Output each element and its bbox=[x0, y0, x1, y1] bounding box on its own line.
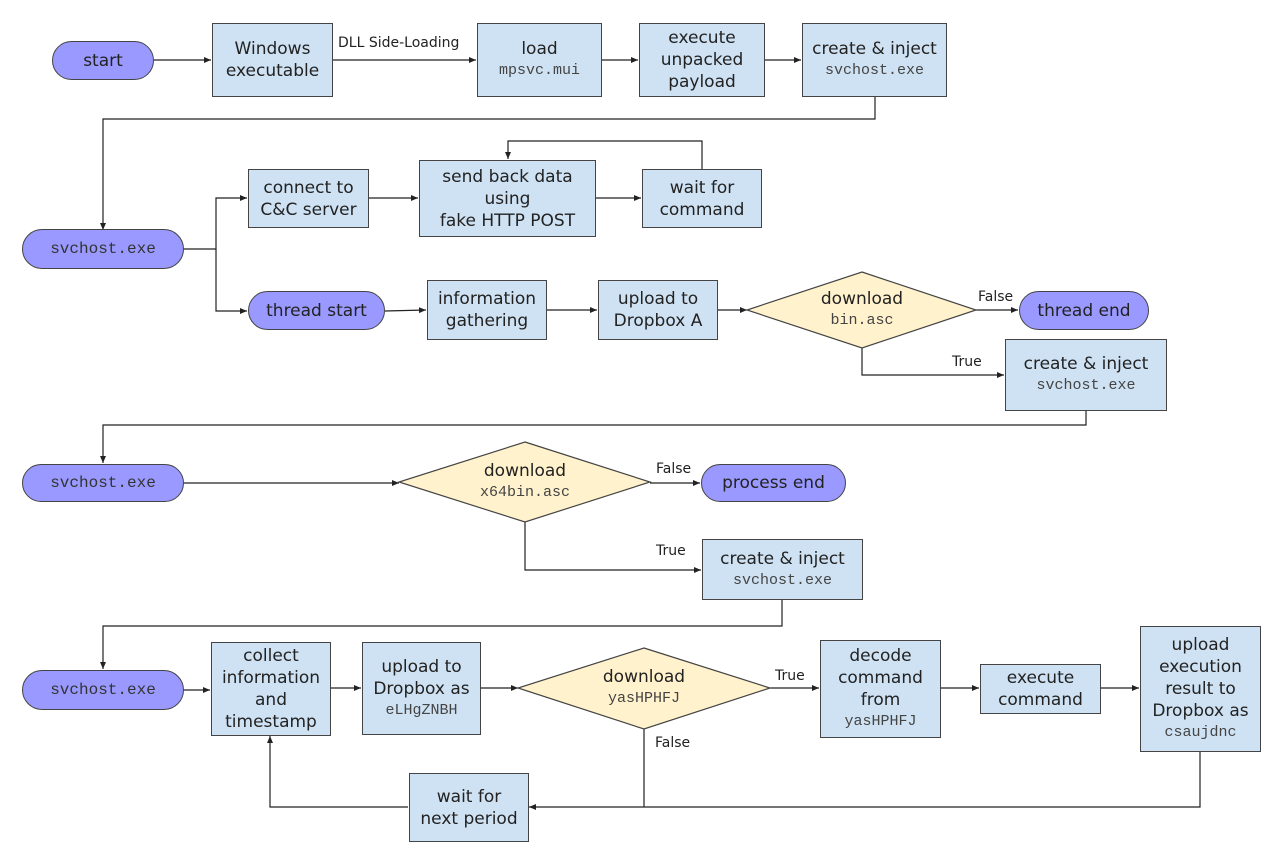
node-text-line: send back data bbox=[442, 166, 573, 187]
edge-label-yas-false: False bbox=[655, 735, 691, 751]
wait-next-period-box: wait for next period bbox=[409, 773, 529, 842]
edge-label-bin-true: True bbox=[952, 354, 982, 370]
node-text-line: result to bbox=[1165, 679, 1236, 699]
svchost-terminal-1: svchost.exe bbox=[22, 229, 184, 269]
node-text-line: timestamp bbox=[225, 712, 317, 732]
download-bin-asc-decision: download bin.asc bbox=[787, 280, 937, 340]
start-terminal: start bbox=[52, 41, 154, 80]
node-text-line: load bbox=[521, 39, 558, 59]
node-text-line: process end bbox=[722, 473, 825, 493]
decode-command-box: decode command from yasHPHFJ bbox=[820, 640, 941, 738]
node-text-line: information bbox=[221, 668, 321, 688]
node-text-line: upload bbox=[1171, 635, 1230, 655]
node-text-line: unpacked bbox=[660, 50, 744, 70]
node-text-line: C&C server bbox=[260, 199, 357, 220]
information-gathering-box: information gathering bbox=[427, 280, 547, 340]
execute-unpacked-payload-box: execute unpacked payload bbox=[639, 23, 765, 97]
node-text-line: create & inject bbox=[812, 39, 937, 59]
windows-executable-box: Windows executable bbox=[212, 23, 333, 97]
node-text-line: create & inject bbox=[720, 548, 845, 569]
node-text-line: download bbox=[483, 461, 567, 481]
node-text-line: x64bin.asc bbox=[479, 484, 570, 501]
upload-dropbox-elhgznbh-box: upload to Dropbox as eLHgZNBH bbox=[362, 642, 481, 735]
node-text-line: Dropbox A bbox=[613, 311, 703, 331]
node-text-line: wait for bbox=[436, 786, 502, 807]
node-text-line: connect to bbox=[263, 177, 354, 198]
create-inject-svchost-box-2: create & inject svchost.exe bbox=[1005, 339, 1167, 411]
edge-label-x64-true: True bbox=[656, 543, 686, 559]
process-end-terminal: process end bbox=[701, 464, 846, 502]
download-yashphfj-decision: download yasHPHFJ bbox=[564, 658, 724, 718]
node-text-line: svchost.exe bbox=[824, 62, 925, 79]
node-text-line: upload to bbox=[381, 656, 462, 677]
collect-information-box: collect information and timestamp bbox=[211, 642, 331, 736]
node-text-line: from bbox=[860, 690, 901, 710]
connect-cc-server-box: connect to C&C server bbox=[248, 169, 369, 228]
node-text-line: svchost.exe bbox=[50, 474, 156, 492]
upload-dropbox-a-box: upload to Dropbox A bbox=[598, 280, 718, 340]
node-text-line: information bbox=[437, 289, 537, 309]
upload-execution-result-box: upload execution result to Dropbox as csaujd… bbox=[1140, 626, 1261, 752]
edge-label-yas-true: True bbox=[775, 668, 805, 684]
node-text-line: payload bbox=[668, 72, 736, 92]
create-inject-svchost-box-1: create & inject svchost.exe bbox=[802, 23, 947, 97]
send-back-data-box: send back data using fake HTTP POST bbox=[419, 160, 596, 237]
node-text-line: create & inject bbox=[1023, 354, 1149, 374]
edge-svchost1-to-connect-cc bbox=[184, 195, 247, 250]
node-text-line: wait for bbox=[669, 177, 735, 198]
node-text-line: thread end bbox=[1037, 300, 1131, 321]
edge-thread-start-to-info-gather bbox=[384, 307, 427, 314]
svchost-terminal-3: svchost.exe bbox=[22, 670, 184, 710]
edges-layer bbox=[100, 57, 1201, 810]
edge-label-bin-false: False bbox=[978, 289, 1014, 305]
node-text-line: download bbox=[820, 289, 904, 309]
load-mpsvc-box: load mpsvc.mui bbox=[477, 23, 602, 97]
node-text-line: Dropbox as bbox=[1152, 701, 1249, 721]
node-text-line: fake HTTP POST bbox=[439, 210, 576, 231]
thread-start-terminal: thread start bbox=[248, 291, 385, 330]
node-text-line: command bbox=[998, 690, 1083, 710]
node-text-line: command bbox=[659, 199, 745, 220]
edge-wait-period-to-collect-info bbox=[267, 736, 408, 808]
node-text-line: gathering bbox=[445, 311, 529, 331]
node-text-line: and bbox=[255, 690, 287, 710]
node-text-line: start bbox=[83, 50, 123, 71]
node-text-line: command bbox=[838, 668, 923, 688]
node-text-line: yasHPHFJ bbox=[607, 690, 680, 707]
node-text-line: eLHgZNBH bbox=[385, 701, 458, 719]
edge-label-x64-false: False bbox=[656, 461, 692, 477]
node-text-line: svchost.exe bbox=[732, 571, 833, 589]
node-text-line: execution bbox=[1159, 657, 1242, 677]
node-text-line: svchost.exe bbox=[1036, 377, 1136, 394]
node-text-line: next period bbox=[420, 808, 518, 829]
edge-svchost1-to-thread-start bbox=[215, 249, 247, 314]
node-text-line: execute bbox=[1006, 668, 1075, 688]
node-text-line: executable bbox=[225, 61, 320, 81]
node-text-line: upload to bbox=[617, 289, 699, 309]
thread-end-terminal: thread end bbox=[1019, 291, 1149, 330]
node-text-line: thread start bbox=[266, 300, 367, 321]
download-x64bin-asc-decision: download x64bin.asc bbox=[440, 452, 610, 512]
edge-dl-bin-true bbox=[861, 348, 1004, 378]
node-text-line: decode bbox=[849, 646, 912, 666]
node-text-line: csaujdnc bbox=[1164, 724, 1237, 741]
node-text-line: yasHPHFJ bbox=[844, 713, 917, 730]
create-inject-svchost-box-3: create & inject svchost.exe bbox=[702, 539, 863, 600]
node-text-line: mpsvc.mui bbox=[498, 62, 580, 79]
node-text-line: using bbox=[484, 188, 531, 209]
node-text-line: svchost.exe bbox=[50, 240, 156, 258]
node-text-line: Windows bbox=[234, 39, 311, 59]
edge-label-dll-sideloading: DLL Side-Loading bbox=[338, 35, 460, 51]
node-text-line: Dropbox as bbox=[373, 678, 470, 699]
wait-for-command-box: wait for command bbox=[642, 169, 762, 228]
node-text-line: execute bbox=[668, 28, 736, 48]
node-text-line: svchost.exe bbox=[50, 681, 156, 699]
svchost-terminal-2: svchost.exe bbox=[22, 464, 184, 502]
node-text-line: collect bbox=[243, 646, 299, 666]
execute-command-box: execute command bbox=[980, 664, 1101, 714]
edge-upload-result-to-wait-period bbox=[529, 752, 1201, 810]
node-text-line: bin.asc bbox=[830, 312, 894, 329]
node-text-line: download bbox=[602, 667, 686, 687]
